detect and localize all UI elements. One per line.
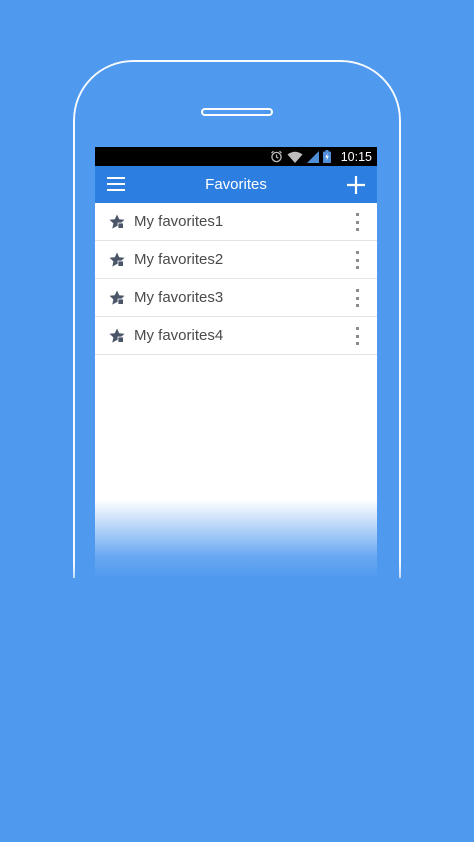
signal-icon <box>306 150 319 163</box>
wifi-icon <box>287 151 303 163</box>
list-item-label: My favorites3 <box>134 289 224 306</box>
list-item[interactable]: My favorites1 <box>95 203 377 241</box>
battery-charging-icon <box>322 150 331 163</box>
list-item[interactable]: My favorites2 <box>95 241 377 279</box>
more-options-icon[interactable] <box>354 327 360 345</box>
background-bottom <box>0 578 474 842</box>
favorites-list: My favorites1 My favorites2 My favorites… <box>95 203 377 355</box>
favorite-star-icon <box>109 290 125 306</box>
status-time: 10:15 <box>340 149 372 164</box>
hamburger-menu-icon[interactable] <box>107 177 125 191</box>
phone-speaker <box>201 108 273 116</box>
app-bar: Favorites <box>95 166 377 203</box>
alarm-icon <box>270 150 283 163</box>
more-options-icon[interactable] <box>354 251 360 269</box>
list-item-label: My favorites1 <box>134 213 224 230</box>
phone-screen: 10:15 Favorites My favorites1 My favorit… <box>95 147 377 577</box>
favorite-star-icon <box>109 328 125 344</box>
more-options-icon[interactable] <box>354 213 360 231</box>
list-item[interactable]: My favorites3 <box>95 279 377 317</box>
plus-icon[interactable] <box>346 175 366 195</box>
list-item[interactable]: My favorites4 <box>95 317 377 355</box>
list-item-label: My favorites2 <box>134 251 224 268</box>
page-title: Favorites <box>205 176 267 193</box>
status-bar: 10:15 <box>95 147 377 166</box>
favorite-star-icon <box>109 252 125 268</box>
more-options-icon[interactable] <box>354 289 360 307</box>
list-item-label: My favorites4 <box>134 327 224 344</box>
favorite-star-icon <box>109 214 125 230</box>
